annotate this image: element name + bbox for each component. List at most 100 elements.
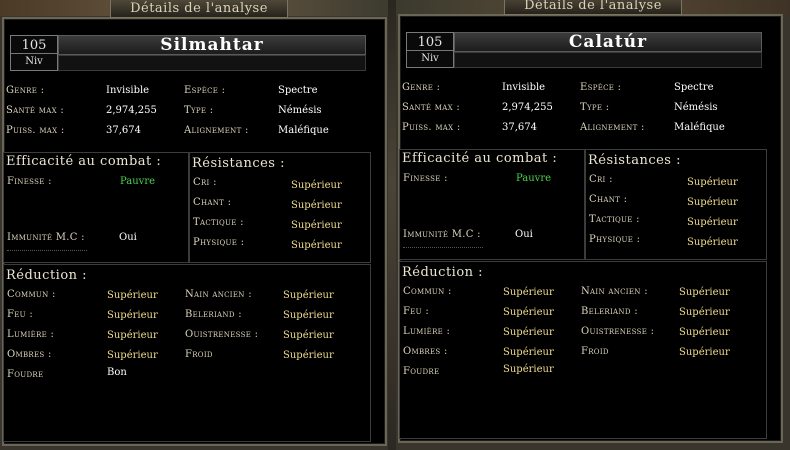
red-nain-value: Supérieur — [283, 290, 334, 301]
red-nain-value: Supérieur — [679, 287, 730, 298]
red-foudre-value: Bon — [107, 367, 127, 378]
red-foudre-label: Foudre — [403, 366, 440, 377]
window-frame: 105 Niv Silmahtar Genre : Invisible Espè… — [2, 17, 387, 446]
background-scene-gap — [388, 0, 396, 450]
finesse-value: Pauvre — [120, 176, 156, 187]
resist-chant-label: Chant : — [193, 197, 232, 208]
resist-chant-label: Chant : — [589, 194, 628, 205]
red-commun-value: Supérieur — [107, 290, 158, 301]
genre-value: Invisible — [106, 85, 150, 96]
resist-physique-label: Physique : — [193, 237, 245, 248]
espece-label: Espèce : — [580, 82, 622, 93]
analysis-window-silmahtar[interactable]: 105 Niv Silmahtar Genre : Invisible Espè… — [2, 0, 387, 450]
espece-label: Espèce : — [184, 85, 226, 96]
puiss-value: 37,674 — [502, 122, 537, 133]
creature-name: Silmahtar — [58, 35, 366, 55]
analysis-window-calatur[interactable]: 105 Niv Calatúr Genre : Invisible Espèce… — [398, 0, 783, 450]
espece-value: Spectre — [674, 82, 714, 93]
clipped-row — [7, 248, 87, 252]
red-ombres-value: Supérieur — [503, 347, 554, 358]
combat-heading: Efficacité au combat : — [6, 154, 162, 169]
type-label: Type : — [184, 105, 214, 116]
sante-value: 2,974,255 — [502, 102, 553, 113]
resist-cri-value: Supérieur — [687, 177, 738, 188]
alignement-label: Alignement : — [184, 125, 249, 136]
name-subbar — [454, 52, 762, 68]
alignement-label: Alignement : — [580, 122, 645, 133]
window-title[interactable]: Détails de l'analyse — [504, 0, 682, 15]
level-value: 105 — [21, 38, 47, 53]
red-froid-label: Froid — [581, 346, 609, 357]
resist-tactique-label: Tactique : — [589, 214, 640, 225]
window-frame: 105 Niv Calatúr Genre : Invisible Espèce… — [398, 14, 783, 443]
red-ouistrenesse-label: Ouistrenesse : — [581, 326, 655, 337]
resistances-heading: Résistances : — [588, 153, 681, 168]
clipped-row — [403, 245, 483, 249]
genre-value: Invisible — [502, 82, 546, 93]
espece-value: Spectre — [278, 85, 318, 96]
red-lumiere-value: Supérieur — [503, 327, 554, 338]
red-beleriand-value: Supérieur — [283, 310, 334, 321]
red-beleriand-label: Beleriand : — [581, 306, 638, 317]
resist-cri-label: Cri : — [193, 177, 217, 188]
red-beleriand-value: Supérieur — [679, 307, 730, 318]
red-beleriand-label: Beleriand : — [185, 309, 242, 320]
level-value: 105 — [417, 35, 443, 50]
combat-box: Efficacité au combat : Finesse : Pauvre … — [399, 149, 585, 260]
type-value: Némésis — [674, 102, 718, 113]
red-foudre-value: Supérieur — [503, 364, 554, 375]
red-ouistrenesse-label: Ouistrenesse : — [185, 329, 259, 340]
puiss-value: 37,674 — [106, 125, 141, 136]
type-value: Némésis — [278, 105, 322, 116]
resist-chant-value: Supérieur — [687, 197, 738, 208]
resist-tactique-value: Supérieur — [687, 217, 738, 228]
reduction-box: Réduction : Commun : Supérieur Feu : Sup… — [3, 264, 371, 442]
finesse-label: Finesse : — [403, 173, 448, 184]
reduction-heading: Réduction : — [6, 268, 88, 283]
red-ouistrenesse-value: Supérieur — [283, 330, 334, 341]
resist-physique-label: Physique : — [589, 234, 641, 245]
genre-label: Genre : — [402, 82, 441, 93]
red-feu-value: Supérieur — [107, 310, 158, 321]
finesse-value: Pauvre — [516, 173, 552, 184]
level-label: Niv — [25, 56, 43, 67]
creature-name: Calatúr — [454, 32, 762, 52]
red-commun-label: Commun : — [7, 289, 56, 300]
level-label: Niv — [421, 53, 439, 64]
resist-cri-value: Supérieur — [291, 180, 342, 191]
sante-label: Santé max : — [402, 102, 461, 113]
immunite-label: Immunité M.C : — [403, 229, 481, 240]
red-feu-value: Supérieur — [503, 307, 554, 318]
resistances-box: Résistances : Cri : Supérieur Chant : Su… — [189, 152, 371, 263]
resist-chant-value: Supérieur — [291, 200, 342, 211]
red-lumiere-label: Lumière : — [403, 326, 451, 337]
red-foudre-label: Foudre — [7, 369, 44, 380]
red-feu-label: Feu : — [403, 306, 429, 317]
immunite-value: Oui — [119, 232, 137, 243]
puiss-label: Puiss. max : — [6, 125, 65, 136]
resistances-box: Résistances : Cri : Supérieur Chant : Su… — [585, 149, 767, 260]
window-title[interactable]: Détails de l'analyse — [110, 0, 288, 18]
red-froid-value: Supérieur — [283, 350, 334, 361]
red-nain-label: Nain ancien : — [185, 289, 252, 300]
resist-physique-value: Supérieur — [687, 237, 738, 248]
combat-box: Efficacité au combat : Finesse : Pauvre … — [3, 152, 189, 263]
sante-value: 2,974,255 — [106, 105, 157, 116]
combat-heading: Efficacité au combat : — [402, 151, 558, 166]
resist-tactique-value: Supérieur — [291, 220, 342, 231]
alignement-value: Maléfique — [278, 125, 329, 136]
red-lumiere-value: Supérieur — [107, 330, 158, 341]
reduction-heading: Réduction : — [402, 265, 484, 280]
red-ombres-label: Ombres : — [7, 349, 52, 360]
finesse-label: Finesse : — [7, 176, 52, 187]
red-ouistrenesse-value: Supérieur — [679, 327, 730, 338]
red-ombres-value: Supérieur — [107, 350, 158, 361]
immunite-label: Immunité M.C : — [7, 232, 85, 243]
immunite-value: Oui — [515, 229, 533, 240]
name-subbar — [58, 55, 366, 71]
red-nain-label: Nain ancien : — [581, 286, 648, 297]
sante-label: Santé max : — [6, 105, 65, 116]
level-box: 105 Niv — [406, 32, 454, 68]
level-box: 105 Niv — [10, 35, 58, 71]
resist-cri-label: Cri : — [589, 174, 613, 185]
